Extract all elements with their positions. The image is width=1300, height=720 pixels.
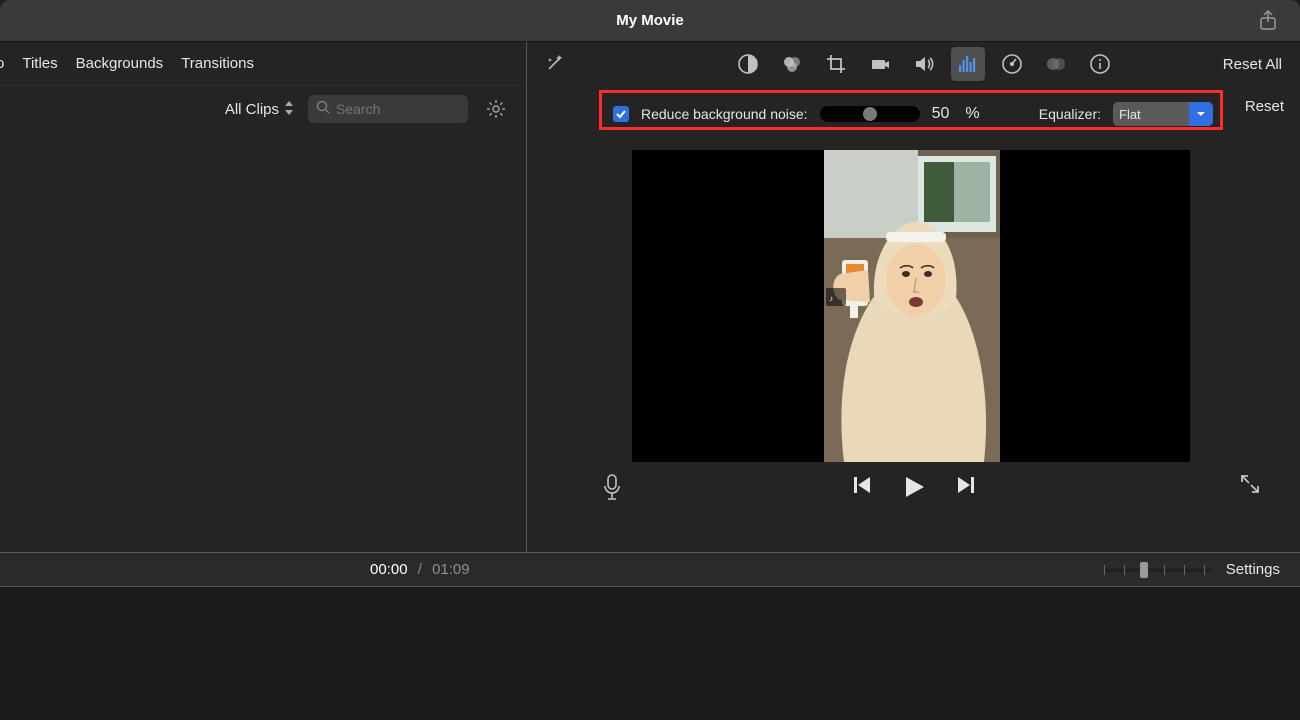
enhance-button[interactable]	[545, 51, 571, 77]
browser-content	[0, 132, 526, 552]
volume-icon	[913, 53, 935, 75]
browser-settings-button[interactable]	[482, 95, 510, 123]
speed-icon	[1001, 53, 1023, 75]
share-button[interactable]	[1256, 8, 1280, 32]
speed-tab[interactable]	[995, 47, 1029, 81]
tab-transitions[interactable]: Transitions	[181, 55, 254, 72]
project-title: My Movie	[616, 12, 684, 29]
next-button[interactable]	[955, 474, 977, 505]
color-balance-icon	[737, 53, 759, 75]
svg-text:♪: ♪	[829, 294, 833, 303]
video-frame: ♪	[824, 150, 1000, 462]
playback-controls	[527, 474, 1300, 505]
noise-label: Reduce background noise:	[641, 106, 808, 122]
noise-slider-thumb[interactable]	[863, 107, 877, 121]
zoom-slider[interactable]	[1104, 568, 1212, 572]
video-preview[interactable]: ♪	[632, 150, 1190, 462]
zoom-controls: Settings	[1104, 561, 1280, 578]
color-balance-tab[interactable]	[731, 47, 765, 81]
zoom-slider-thumb[interactable]	[1140, 562, 1148, 578]
noise-eq-tab[interactable]	[951, 47, 985, 81]
info-icon	[1089, 53, 1111, 75]
clip-filter-tab[interactable]	[1039, 47, 1073, 81]
tab-titles[interactable]: Titles	[22, 55, 57, 72]
timeline-settings-button[interactable]: Settings	[1226, 561, 1280, 578]
next-icon	[955, 474, 977, 496]
info-tab[interactable]	[1083, 47, 1117, 81]
search-field[interactable]	[308, 95, 468, 123]
color-correction-tab[interactable]	[775, 47, 809, 81]
chevron-down-icon	[1189, 102, 1213, 126]
clips-filter-label: All Clips	[225, 101, 279, 118]
equalizer-select[interactable]: Flat	[1113, 102, 1213, 126]
previous-button[interactable]	[851, 474, 873, 505]
tab-partial[interactable]: o	[0, 55, 4, 72]
inspector-toolbar: Reset All	[527, 42, 1300, 86]
play-button[interactable]	[901, 474, 927, 505]
fullscreen-icon	[1240, 474, 1260, 494]
reset-all-button[interactable]: Reset All	[1223, 56, 1282, 73]
media-browser-panel: o Titles Backgrounds Transitions All Cli…	[0, 42, 527, 552]
browser-toolbar: All Clips	[0, 86, 526, 132]
noise-reduction-row: Reduce background noise: 50 % Equalizer:…	[603, 94, 1223, 134]
noise-checkbox[interactable]	[613, 106, 629, 122]
checkmark-icon	[615, 108, 627, 120]
reset-button[interactable]: Reset	[1245, 98, 1284, 115]
timeline-toolbar: 00:00 / 01:09 Settings	[0, 552, 1300, 587]
equalizer-label: Equalizer:	[1039, 106, 1101, 122]
noise-eq-icon	[957, 53, 979, 75]
equalizer-value: Flat	[1119, 107, 1141, 122]
color-correction-icon	[781, 53, 803, 75]
play-icon	[901, 474, 927, 500]
viewer-panel: Reset All Reduce background noise: 50 % …	[527, 42, 1300, 552]
fullscreen-button[interactable]	[1240, 474, 1260, 499]
stabilization-icon	[869, 53, 891, 75]
video-frame-illustration: ♪	[824, 150, 1000, 462]
stabilization-tab[interactable]	[863, 47, 897, 81]
gear-icon	[486, 99, 506, 119]
wand-icon	[545, 51, 567, 73]
time-current: 00:00	[370, 561, 408, 578]
timeline[interactable]	[0, 587, 1300, 720]
share-icon	[1259, 10, 1277, 30]
time-duration: 01:09	[432, 561, 470, 578]
previous-icon	[851, 474, 873, 496]
time-separator: /	[418, 561, 422, 578]
clip-filter-icon	[1045, 53, 1067, 75]
tab-backgrounds[interactable]: Backgrounds	[76, 55, 164, 72]
clips-filter-dropdown[interactable]: All Clips	[225, 101, 294, 118]
search-input[interactable]	[336, 101, 460, 117]
timecode: 00:00 / 01:09	[370, 561, 470, 578]
noise-slider[interactable]	[820, 106, 920, 122]
browser-tabs: o Titles Backgrounds Transitions	[0, 42, 526, 86]
search-icon	[316, 100, 330, 119]
noise-unit: %	[965, 105, 979, 123]
noise-value: 50	[932, 105, 950, 123]
updown-icon	[284, 101, 294, 118]
titlebar: My Movie	[0, 0, 1300, 42]
crop-icon	[825, 53, 847, 75]
crop-tab[interactable]	[819, 47, 853, 81]
volume-tab[interactable]	[907, 47, 941, 81]
